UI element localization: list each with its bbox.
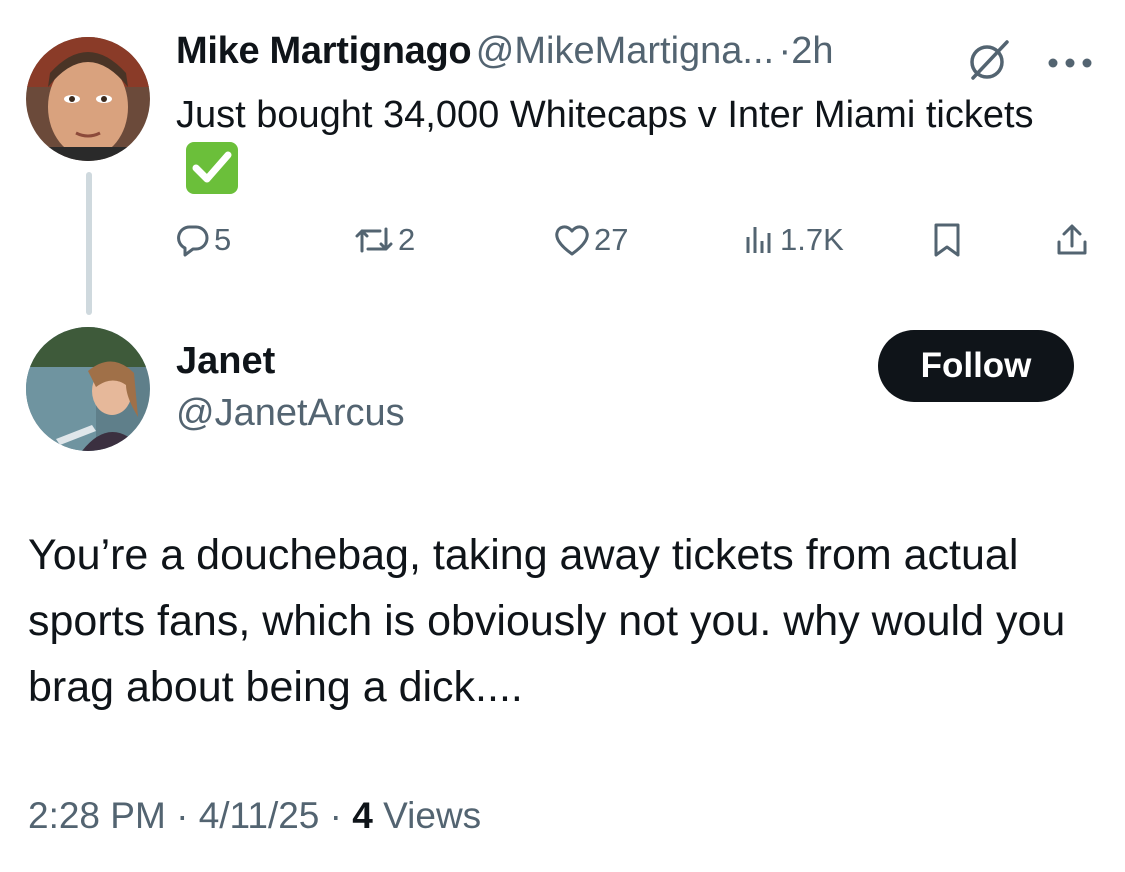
avatar[interactable] [26, 327, 150, 451]
reply-author-name[interactable]: Janet [176, 340, 275, 383]
tweet-text: Just bought 34,000 Whitecaps v Inter Mia… [176, 88, 1056, 199]
timestamp[interactable]: 2h [791, 30, 833, 72]
reply-date[interactable]: 4/11/25 [199, 795, 320, 836]
meta-separator: · [319, 795, 353, 836]
views-count: 1.7K [780, 222, 844, 257]
share-icon [1054, 222, 1090, 258]
views-action[interactable]: 1.7K [742, 215, 844, 265]
reply-views-label: Views [372, 795, 482, 836]
tweet-actions: 5 2 27 1.7K [176, 215, 1096, 265]
separator: · [778, 30, 792, 72]
repost-action[interactable]: 2 [354, 215, 415, 265]
meta-separator: · [165, 795, 199, 836]
repost-icon [354, 223, 394, 257]
author-name[interactable]: Mike Martignago [176, 30, 472, 72]
grok-icon[interactable] [965, 38, 1013, 82]
like-action[interactable]: 27 [554, 215, 628, 265]
check-mark-emoji [186, 142, 238, 194]
author-handle[interactable]: @MikeMartigna... [476, 30, 774, 72]
share-button[interactable] [1054, 215, 1090, 265]
reply-icon [176, 223, 210, 257]
reply-time[interactable]: 2:28 PM [28, 795, 166, 836]
more-icon[interactable] [1047, 56, 1093, 68]
bookmark-button[interactable] [930, 215, 964, 265]
reply-text: You’re a douchebag, taking away tickets … [28, 531, 1066, 711]
avatar[interactable] [26, 37, 150, 161]
heart-icon [554, 223, 590, 257]
like-count: 27 [594, 222, 629, 257]
bar-chart-icon [742, 223, 776, 257]
reply-action[interactable]: 5 [176, 215, 231, 265]
reply-views-count[interactable]: 4 [352, 795, 373, 836]
repost-count: 2 [398, 222, 416, 257]
reply-count: 5 [214, 222, 232, 257]
follow-button[interactable]: Follow [878, 330, 1074, 402]
reply-author-handle[interactable]: @JanetArcus [176, 392, 405, 435]
tweet-text-content: Just bought 34,000 Whitecaps v Inter Mia… [176, 94, 1034, 136]
tweet-header: Mike Martignago @MikeMartigna... ·2h [176, 30, 1076, 86]
bookmark-icon [930, 222, 964, 258]
thread-line [86, 172, 92, 315]
reply-meta: 2:28 PM · 4/11/25 · 4 Views [28, 795, 481, 837]
